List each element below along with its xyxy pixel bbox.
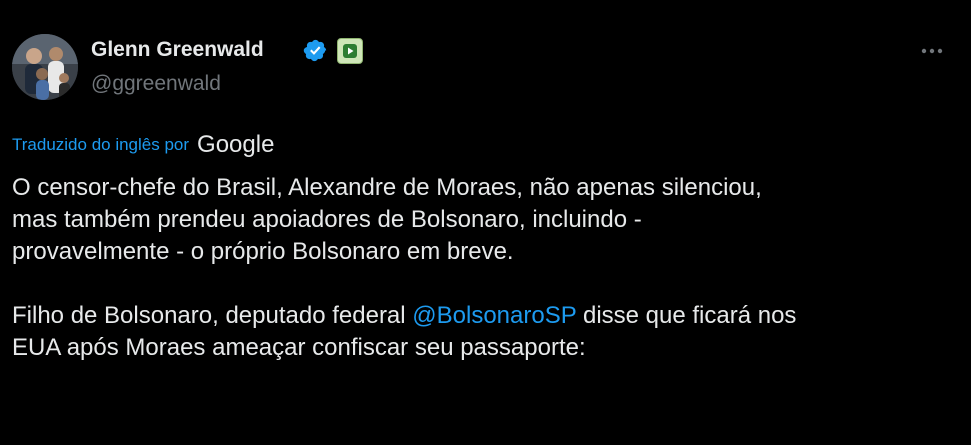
tweet-text-line: EUA após Moraes ameaçar confiscar seu pa…: [12, 334, 586, 361]
tweet-text: O censor-chefe do Brasil, Alexandre de M…: [12, 172, 957, 364]
tweet-text-segment: disse que ficará nos: [576, 302, 797, 329]
more-horizontal-icon: [921, 48, 943, 54]
verified-badge-icon: [303, 38, 328, 63]
tweet-text-line: provavelmente - o próprio Bolsonaro em b…: [12, 238, 514, 265]
translation-label[interactable]: Traduzido do inglês por: [12, 134, 189, 156]
more-options-button[interactable]: [914, 38, 950, 64]
paragraph-break: [12, 268, 957, 300]
tweet-card: Glenn Greenwald @ggreenwald Traduzido do…: [0, 0, 971, 445]
author-display-name[interactable]: Glenn Greenwald: [91, 36, 264, 64]
avatar-photo: [12, 34, 78, 100]
tweet-text-line: O censor-chefe do Brasil, Alexandre de M…: [12, 174, 762, 201]
translation-notice[interactable]: Traduzido do inglês por Google: [12, 130, 274, 160]
google-logo: Google: [197, 131, 275, 158]
avatar[interactable]: [12, 34, 78, 100]
tweet-text-segment: Filho de Bolsonaro, deputado federal: [12, 302, 413, 329]
tweet-text-line: Filho de Bolsonaro, deputado federal @Bo…: [12, 300, 957, 332]
tweet-text-line: mas também prendeu apoiadores de Bolsona…: [12, 206, 642, 233]
mention-link[interactable]: @BolsonaroSP: [412, 302, 576, 329]
author-handle[interactable]: @ggreenwald: [91, 70, 221, 98]
play-badge-icon[interactable]: [337, 38, 363, 64]
